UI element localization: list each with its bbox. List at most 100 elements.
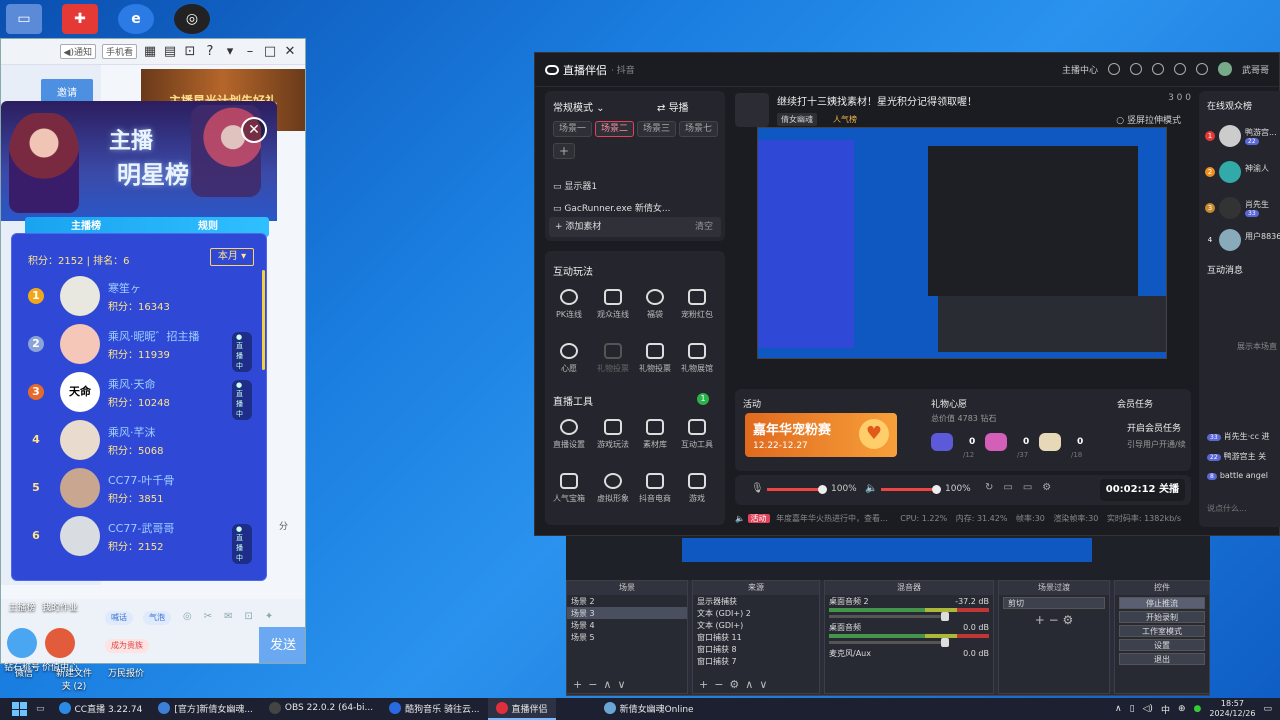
month-select[interactable]: 本月 ▾	[210, 248, 254, 266]
vertical-mode-toggle[interactable]: ○ 竖屏拉伸模式	[1116, 113, 1181, 126]
category-tag[interactable]: 倩女幽魂	[777, 113, 817, 126]
scene-item[interactable]: 场景 5	[567, 631, 687, 643]
grid-icon[interactable]: ▦	[143, 44, 157, 59]
rank-row[interactable]: 3 天命 乘风·天命 积分：10248 ● 直播中	[22, 370, 252, 420]
transition-toolbar[interactable]: + − ⚙	[999, 613, 1109, 627]
exit-button[interactable]: 退出	[1119, 653, 1205, 665]
chat-input[interactable]: 说点什么...	[1207, 503, 1247, 514]
red-packet-tool[interactable]: 宠粉红包	[677, 289, 717, 320]
network-icon[interactable]: ▯	[1130, 704, 1135, 714]
minimize-icon[interactable]: –	[243, 44, 257, 59]
add-source-button[interactable]: + 添加素材 清空	[549, 217, 721, 237]
source-item[interactable]: 窗口捕获 11	[693, 631, 819, 643]
volume-slider[interactable]	[829, 612, 949, 621]
popularity-box-tool[interactable]: 人气宝箱	[549, 473, 589, 504]
maximize-icon[interactable]: □	[263, 44, 277, 59]
source-item[interactable]: 显示器捕获	[693, 595, 819, 607]
task-item[interactable]: OBS 22.0.2 (64-bi...	[261, 698, 381, 720]
rank-row[interactable]: 2 乘风·昵昵゛招主播 积分：11939 ● 直播中	[22, 322, 252, 372]
rank-row[interactable]: 6 CC77-武哥哥 积分：2152 ● 直播中	[22, 514, 252, 564]
material-lib-tool[interactable]: 素材库	[635, 419, 675, 450]
input-lang[interactable]: 中	[1161, 703, 1170, 716]
window-icon[interactable]: ▤	[163, 44, 177, 59]
scene-item[interactable]: 场景 4	[567, 619, 687, 631]
scene-tag[interactable]: 场景三	[637, 121, 677, 137]
headset-icon[interactable]	[1107, 63, 1120, 75]
folder-icon[interactable]: 新建文件夹 (2)	[52, 666, 96, 692]
end-stream-timer[interactable]: 00:02:12 关播	[1099, 479, 1185, 501]
invite-button[interactable]: 邀请	[41, 79, 93, 103]
stream-preview[interactable]	[757, 127, 1167, 359]
task-item[interactable]: [官方]新倩女幽魂...	[150, 698, 261, 720]
obs-icon[interactable]: ◎	[174, 4, 210, 34]
bell-icon[interactable]	[1151, 63, 1164, 75]
volume-icon[interactable]: ◁)	[1143, 704, 1153, 714]
notify-button[interactable]: ◀)通知	[59, 44, 96, 59]
message-icon[interactable]	[1129, 63, 1142, 75]
popularity-tag[interactable]: 人气榜	[829, 113, 861, 126]
anchor-center-link[interactable]: 主播中心	[1062, 63, 1098, 76]
game-tool[interactable]: 游戏	[677, 473, 717, 504]
pk-tool[interactable]: PK连线	[549, 289, 589, 320]
transition-select[interactable]: 剪切	[1003, 597, 1105, 609]
lucky-bag-tool[interactable]: 福袋	[635, 289, 675, 320]
computer-icon[interactable]: ▭	[6, 4, 42, 34]
rank-row[interactable]: 4 乘风·芊沫 积分：5068	[22, 418, 252, 464]
scene-item[interactable]: 场景 2	[567, 595, 687, 607]
rank-row[interactable]: 5 CC77-叶千骨 积分：3851	[22, 466, 252, 512]
task-item-active[interactable]: 直播伴侣	[487, 698, 556, 720]
viewer-row[interactable]: 3 肖先生 33	[1205, 197, 1280, 227]
wish-tool[interactable]: 心愿	[549, 343, 589, 374]
dropdown-icon[interactable]: ▾	[223, 44, 237, 59]
lock-icon[interactable]: ⊡	[183, 44, 197, 59]
mic-volume-slider[interactable]	[767, 485, 827, 494]
mode-select[interactable]: 常规模式 ⌄	[553, 99, 605, 114]
activity-card[interactable]: 嘉年华宠粉赛 12.22-12.27 ♥	[745, 413, 897, 457]
clear-button[interactable]: 清空	[695, 217, 713, 237]
task-item[interactable]: CC直播 3.22.74	[51, 698, 151, 720]
source-item[interactable]: 窗口捕获 7	[693, 655, 819, 667]
start-button[interactable]	[12, 702, 28, 716]
gift-vote-tool[interactable]: 礼物投票	[635, 343, 675, 374]
source-item[interactable]: 窗口捕获 8	[693, 643, 819, 655]
app-icon-red[interactable]: ✚	[62, 4, 98, 34]
speaker-icon[interactable]: 🔈	[865, 483, 877, 494]
help-icon[interactable]	[1173, 63, 1186, 75]
clock[interactable]: 18:57 2024/12/26	[1209, 699, 1255, 719]
guide-button[interactable]: ⇄ 导播	[657, 99, 689, 114]
desktop-icon[interactable]: 我的作业	[38, 600, 82, 613]
volume-slider[interactable]	[829, 638, 949, 647]
ime-icon[interactable]: ⊕	[1178, 704, 1186, 714]
viewer-row[interactable]: 1 鸭游宫... 22	[1205, 125, 1280, 155]
tray-expand-icon[interactable]: ∧	[1115, 704, 1122, 714]
speaker-volume-slider[interactable]	[881, 485, 941, 494]
source-toolbar[interactable]: +−⚙∧∨	[699, 678, 773, 691]
scene-item[interactable]: 场景 3	[567, 607, 687, 619]
settings-button[interactable]: 设置	[1119, 639, 1205, 651]
notification-icon[interactable]: ▭	[1263, 704, 1272, 714]
scene-tag[interactable]: 场景七	[679, 121, 719, 137]
task-item[interactable]: 新倩女幽魂Online	[596, 698, 702, 720]
studio-mode-button[interactable]: 工作室模式	[1119, 625, 1205, 637]
rank-row[interactable]: 1 寒笙ヶ 积分：16343	[22, 274, 252, 320]
add-scene-button[interactable]: +	[553, 143, 576, 159]
gift-gallery-tool[interactable]: 礼物展馆	[677, 343, 717, 374]
ecommerce-tool[interactable]: 抖音电商	[635, 473, 675, 504]
audience-link-tool[interactable]: 观众连线	[593, 289, 633, 320]
status-text[interactable]: 年度嘉年华火热进行中，查看...	[776, 514, 888, 523]
help-icon[interactable]: ?	[203, 44, 217, 59]
source-row[interactable]: ▭ GacRunner.exe 新倩女...	[553, 201, 670, 214]
menu-icon[interactable]	[1195, 63, 1208, 75]
source-row[interactable]: ▭ 显示器1	[553, 179, 597, 192]
member-start[interactable]: 开启会员任务	[1127, 421, 1181, 434]
chat-tool-icons[interactable]: ◎✂✉⊡✦	[183, 611, 285, 622]
close-icon[interactable]: ✕	[283, 44, 297, 59]
user-name[interactable]: 武哥哥	[1242, 63, 1269, 76]
wechat-icon[interactable]: 微信	[2, 666, 46, 679]
source-item[interactable]: 文本 (GDI+) 2	[693, 607, 819, 619]
source-item[interactable]: 文本 (GDI+)	[693, 619, 819, 631]
viewer-row[interactable]: 2 神渝人	[1205, 161, 1280, 191]
scene-toolbar[interactable]: +−∧∨	[573, 678, 632, 691]
scene-tag-active[interactable]: 场景二	[595, 121, 635, 137]
user-avatar[interactable]	[1217, 62, 1232, 76]
